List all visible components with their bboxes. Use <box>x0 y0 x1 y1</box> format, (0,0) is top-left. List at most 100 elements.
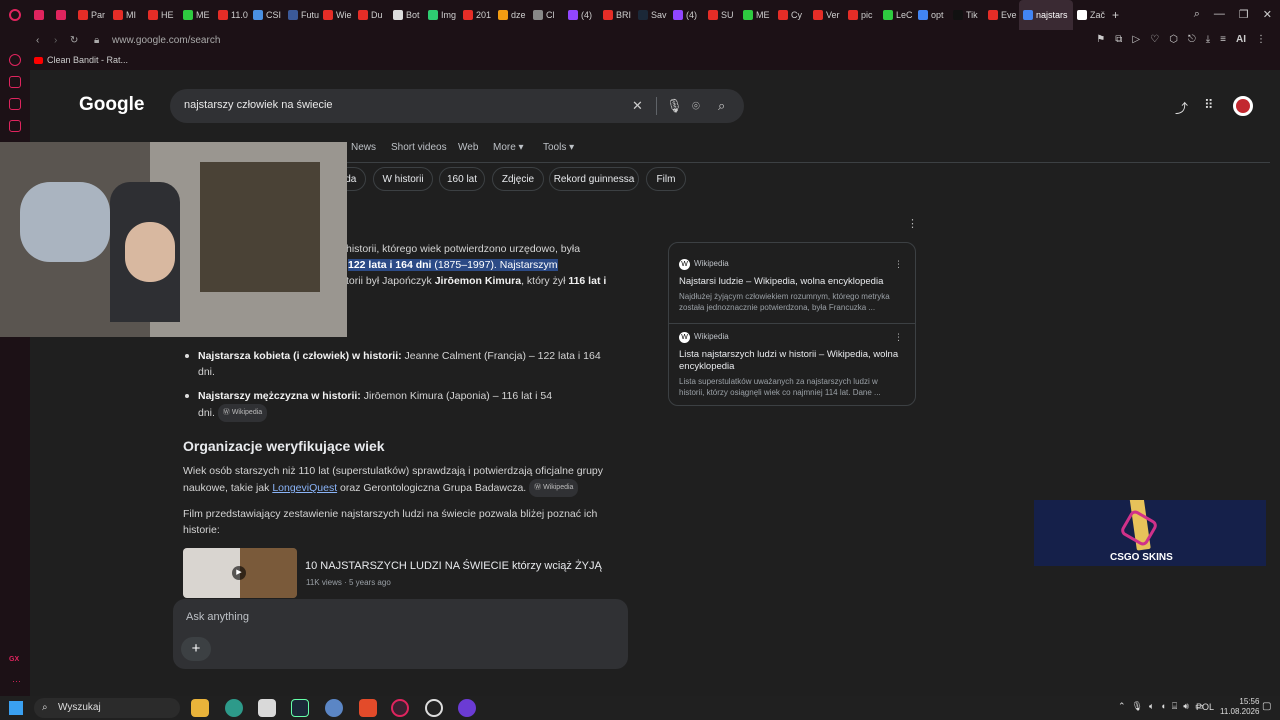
google-logo[interactable]: Google <box>79 94 144 116</box>
chip-160-lat[interactable]: 160 lat <box>439 167 485 191</box>
clear-icon[interactable]: ✕ <box>632 98 643 114</box>
filter-tools[interactable]: Tools ▾ <box>543 142 574 153</box>
browser-tab[interactable]: Tik <box>949 0 984 30</box>
browser-tab[interactable]: LeC <box>879 0 914 30</box>
browser-tab[interactable]: Bot <box>389 0 424 30</box>
wikipedia-source-tag[interactable]: Ⓦ Wikipedia <box>529 479 579 497</box>
browser-tab[interactable]: Ver <box>809 0 844 30</box>
steam-icon[interactable] <box>291 699 309 717</box>
share-icon[interactable]: ⤴ <box>1175 98 1188 117</box>
browser-tab[interactable]: dze <box>494 0 529 30</box>
mic-icon[interactable]: 🎙︎ <box>1132 701 1143 712</box>
search-input[interactable]: najstarszy człowiek na świecie <box>184 99 333 111</box>
search-tabs-icon[interactable]: ⌕ <box>1194 8 1200 21</box>
add-button[interactable]: + <box>181 637 211 661</box>
browser-tab[interactable]: Eve <box>984 0 1019 30</box>
extensions-icon[interactable]: ⬡ <box>1169 34 1178 45</box>
chevron-up-icon[interactable]: ⌃ <box>1118 701 1126 712</box>
filter-short-videos[interactable]: Short videos <box>391 142 447 153</box>
more-options-icon[interactable]: ⋮ <box>907 217 918 230</box>
share-icon[interactable]: ⎋ <box>1188 34 1196 45</box>
source-card[interactable]: W Wikipedia ⋮ Najstarsi ludzie – Wikipedi… <box>679 259 907 313</box>
volume-icon[interactable]: 🔈︎ <box>1149 701 1154 712</box>
language-indicator[interactable]: POL <box>1196 702 1214 712</box>
taskbar-search[interactable]: ⌕ Wyszukaj <box>34 698 180 718</box>
easy-setup-icon[interactable]: ≡ <box>1220 34 1226 45</box>
ask-input[interactable]: Ask anything <box>186 611 249 623</box>
card-menu-icon[interactable]: ⋮ <box>894 332 903 343</box>
browser-tab[interactable]: Par <box>74 0 109 30</box>
browser-tab[interactable]: 11.0 <box>214 0 249 30</box>
wikipedia-source-tag[interactable]: Ⓦ Wikipedia <box>217 404 268 422</box>
purple-app-icon[interactable] <box>458 699 476 717</box>
snapshot-icon[interactable]: ⧉ <box>1115 34 1122 45</box>
heart-icon[interactable]: ♡ <box>1150 34 1159 45</box>
browser-tab[interactable]: HE <box>144 0 179 30</box>
video-thumbnail[interactable]: ▶ <box>183 548 297 598</box>
browser-tab[interactable]: 201 <box>459 0 494 30</box>
windows-start-icon[interactable] <box>9 701 23 715</box>
browser-tab[interactable]: ME <box>179 0 214 30</box>
browser-tab[interactable]: Img <box>424 0 459 30</box>
brave-icon[interactable] <box>359 699 377 717</box>
browser-tab[interactable] <box>30 0 52 30</box>
filter-news[interactable]: News <box>351 142 376 153</box>
browser-tab[interactable]: MI <box>109 0 144 30</box>
url-field[interactable]: www.google.com/search <box>112 35 220 46</box>
source-title[interactable]: Lista najstarszych ludzi w historii – Wi… <box>679 349 907 373</box>
avatar[interactable] <box>1233 96 1253 116</box>
file-explorer-icon[interactable] <box>191 699 209 717</box>
filter-more[interactable]: More ▾ <box>493 142 524 153</box>
longeviquest-link[interactable]: LongeviQuest <box>272 482 337 494</box>
ai-button[interactable]: AI <box>1236 34 1246 45</box>
browser-tab[interactable]: Du <box>354 0 389 30</box>
reload-icon[interactable]: ↻ <box>70 35 78 46</box>
browser-tab[interactable] <box>52 0 74 30</box>
notification-icon[interactable]: ▢ <box>1262 701 1271 712</box>
source-title[interactable]: Najstarsi ludzie – Wikipedia, wolna ency… <box>679 276 907 288</box>
opera-gx-icon[interactable] <box>391 699 409 717</box>
twitch-icon[interactable] <box>9 98 21 110</box>
download-icon[interactable]: ⤓ <box>1206 34 1210 45</box>
search-icon[interactable]: ⌕ <box>718 98 725 114</box>
opera-menu-button[interactable] <box>0 0 30 30</box>
obs-icon[interactable] <box>425 699 443 717</box>
menu-icon[interactable]: ⋮ <box>1256 34 1266 45</box>
bookmark-item[interactable]: Clean Bandit - Rat... <box>47 55 128 65</box>
filter-web[interactable]: Web <box>458 142 478 153</box>
browser-tab[interactable]: najstars <box>1019 0 1073 30</box>
ask-anything-box[interactable]: Ask anything + <box>173 599 628 669</box>
browser-tab[interactable]: Wie <box>319 0 354 30</box>
search-box[interactable]: najstarszy człowiek na świecie ✕ 🎙︎ ⌾ ⌕ <box>170 89 744 123</box>
close-icon[interactable]: ✕ <box>1263 8 1272 21</box>
apps-grid-icon[interactable]: ⠿ <box>1204 97 1214 113</box>
chip-zdjecie[interactable]: Zdjęcie <box>492 167 544 191</box>
chip-film[interactable]: Film <box>646 167 686 191</box>
bookmark-icon[interactable]: ⚑ <box>1096 34 1105 45</box>
source-card[interactable]: W Wikipedia ⋮ Lista najstarszych ludzi w … <box>679 332 907 398</box>
more-icon[interactable]: ··· <box>12 676 21 686</box>
settings-icon[interactable] <box>325 699 343 717</box>
play-icon[interactable]: ▷ <box>1132 34 1140 45</box>
restore-icon[interactable]: ❐ <box>1239 8 1249 21</box>
browser-tab[interactable]: opt <box>914 0 949 30</box>
video-title[interactable]: 10 NAJSTARSZYCH LUDZI NA ŚWIECIE którzy … <box>305 560 602 572</box>
card-menu-icon[interactable]: ⋮ <box>894 259 903 270</box>
chip-w-historii[interactable]: W historii <box>373 167 433 191</box>
forward-icon[interactable]: › <box>54 35 57 46</box>
mic-icon[interactable]: 🎙︎ <box>666 98 683 114</box>
lens-icon[interactable]: ⌾ <box>692 98 700 114</box>
browser-tab[interactable]: Cy <box>774 0 809 30</box>
new-tab-button[interactable]: + <box>1108 0 1123 30</box>
headset-icon[interactable]: ◖ <box>1160 701 1165 712</box>
messenger-icon[interactable] <box>9 76 21 88</box>
minimize-icon[interactable]: — <box>1214 8 1225 21</box>
browser-tab[interactable]: CSI <box>249 0 284 30</box>
browser-tab[interactable]: Cl <box>529 0 564 30</box>
browser-tab[interactable]: pic <box>844 0 879 30</box>
gx-corner-icon[interactable] <box>9 54 21 66</box>
app-icon[interactable] <box>258 699 276 717</box>
back-icon[interactable]: ‹ <box>36 35 39 46</box>
browser-tab[interactable]: (4) <box>669 0 704 30</box>
network-icon[interactable]: ⌸ <box>1172 701 1177 712</box>
